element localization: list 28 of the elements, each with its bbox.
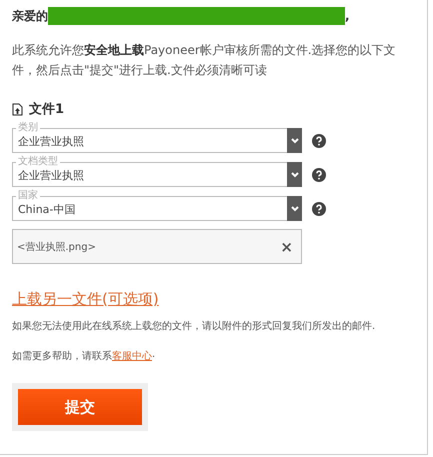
help-icon[interactable] — [312, 168, 326, 182]
dropdown[interactable]: 国家 China-中国 — [12, 191, 302, 221]
support-link[interactable]: 客服中心 — [112, 349, 152, 363]
note-text: 如果您无法使用此在线系统上载您的文件，请以附件的形式回复我们所发出的邮件. — [12, 320, 376, 333]
help-text: 如需更多帮助，请联系 — [12, 350, 112, 363]
field-label: 国家 — [16, 191, 40, 201]
file-name: <营业执照.png> — [17, 240, 96, 254]
salutation: 亲爱的 — [12, 8, 48, 24]
period: . — [152, 349, 156, 362]
field-label: 文档类型 — [16, 157, 60, 167]
section-title: 文件1 — [29, 100, 64, 118]
comma: , — [345, 9, 350, 23]
chevron-down-icon — [290, 138, 298, 144]
dropdown-value: 企业营业执照 — [18, 168, 84, 183]
dropdown-value: China-中国 — [18, 202, 76, 217]
intro-paragraph: 此系统允许您安全地上载Payoneer帐户审核所需的文件.选择您的以下文件，然后点击"提交"进行上载.文件必须清晰可读 — [12, 42, 397, 79]
chevron-down-icon — [290, 206, 298, 212]
add-file-link[interactable]: 上载另一文件(可选项) — [12, 290, 159, 309]
dropdown[interactable]: 文档类型 企业营业执照 — [12, 157, 302, 187]
field-label: 类别 — [16, 123, 40, 133]
dropdown[interactable]: 类别 企业营业执照 — [12, 123, 302, 153]
help-icon[interactable] — [312, 202, 326, 216]
submit-button[interactable]: 提交 — [18, 389, 142, 425]
upload-icon — [12, 102, 23, 116]
help-icon[interactable] — [312, 134, 326, 148]
chevron-down-icon — [290, 172, 298, 178]
dropdown-value: 企业营业执照 — [18, 134, 84, 149]
remove-button[interactable]: × — [280, 238, 293, 256]
